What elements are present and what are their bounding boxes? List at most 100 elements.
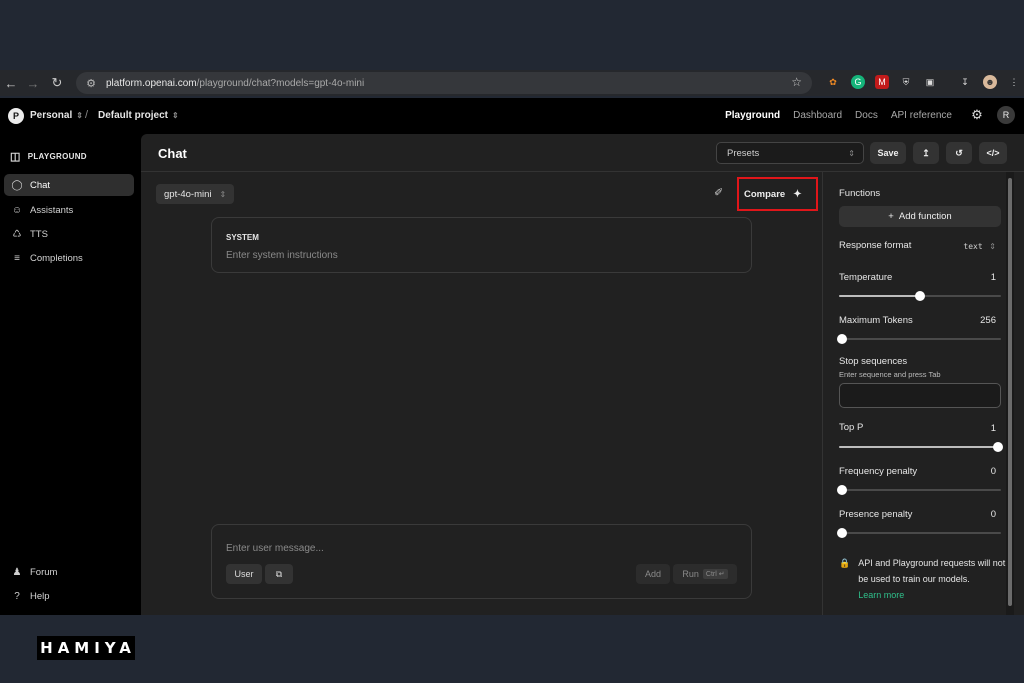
lines-icon: ≡ [14, 252, 20, 264]
sidebar-item-assistants[interactable]: ☺ Assistants [4, 199, 134, 221]
sidebar-panel-icon[interactable]: ◫ [10, 150, 21, 163]
model-name: gpt-4o-mini [164, 188, 212, 200]
user-avatar[interactable]: R [997, 106, 1015, 124]
reload-icon[interactable]: ↻ [46, 72, 68, 94]
learn-more-link[interactable]: Learn more [858, 587, 1009, 603]
compare-label: Compare [744, 188, 786, 200]
presets-select[interactable]: Presets ⇕ [716, 142, 864, 164]
main-panel: Chat Presets ⇕ Save ↥ ↺ </> gpt-4o-mini … [141, 134, 1024, 615]
sidebar-item-help[interactable]: ? Help [4, 585, 134, 607]
code-icon: </> [986, 148, 1000, 158]
attach-image-button[interactable]: ⧉ [265, 564, 293, 584]
settings-panel: Functions + Add function Response format… [822, 172, 1014, 615]
top-p-slider[interactable] [839, 442, 1003, 452]
slider-thumb[interactable] [915, 291, 925, 301]
presence-penalty-slider[interactable] [837, 528, 1001, 538]
extensions-puzzle-icon[interactable]: ▣ [923, 75, 937, 89]
max-tokens-value[interactable]: 256 [980, 315, 996, 326]
address-bar[interactable]: ⚙ platform.openai.com/playground/chat?mo… [76, 72, 812, 94]
add-message-button[interactable]: Add [636, 564, 670, 584]
slider-thumb[interactable] [837, 528, 847, 538]
view-code-button[interactable]: </> [979, 142, 1007, 164]
presence-penalty-label: Presence penalty [839, 509, 913, 520]
site-info-icon[interactable]: ⚙ [84, 76, 98, 90]
sidebar-item-label: Completions [30, 252, 83, 264]
org-switcher[interactable]: Personal ⇕ [30, 110, 83, 121]
response-format-label: Response format [839, 240, 912, 251]
functions-label: Functions [839, 188, 881, 199]
sidebar-item-forum[interactable]: ♟ Forum [4, 561, 134, 583]
model-select[interactable]: gpt-4o-mini ⇕ [156, 184, 235, 204]
org-avatar[interactable]: P [8, 108, 24, 124]
top-links: Playground Dashboard Docs API reference [725, 110, 952, 121]
response-format-select[interactable]: text ⇕ [963, 241, 996, 252]
user-message-input[interactable]: Enter user message... [226, 543, 324, 554]
project-switcher[interactable]: Default project ⇕ [98, 110, 179, 121]
presence-penalty-value[interactable]: 0 [991, 509, 996, 520]
max-tokens-slider[interactable] [837, 334, 1001, 344]
extension-icon-1[interactable]: ✿ [826, 75, 840, 89]
frequency-penalty-label: Frequency penalty [839, 466, 918, 477]
forward-icon[interactable]: → [22, 72, 44, 94]
stop-sequences-input[interactable] [839, 383, 1001, 408]
nav-api-reference[interactable]: API reference [891, 110, 952, 121]
nav-docs[interactable]: Docs [855, 110, 878, 121]
chevron-updown-icon: ⇕ [172, 111, 179, 120]
shield-icon[interactable]: ⛨ [899, 75, 913, 89]
project-name: Default project [98, 110, 169, 121]
role-toggle-button[interactable]: User [226, 564, 262, 584]
grammarly-icon[interactable]: G [851, 75, 865, 89]
bookmark-star-icon[interactable]: ☆ [791, 75, 802, 89]
download-icon[interactable]: ↧ [958, 75, 972, 89]
frequency-penalty-slider[interactable] [837, 485, 1001, 495]
sidebar-title-text: PLAYGROUND [27, 152, 87, 161]
sidebar-item-label: TTS [30, 228, 48, 240]
temperature-value[interactable]: 1 [991, 272, 996, 283]
profile-icon[interactable]: ☻ [983, 75, 997, 89]
extension-icon-3[interactable]: M [875, 75, 889, 89]
scrollbar-thumb[interactable] [1008, 178, 1012, 606]
slider-thumb[interactable] [837, 485, 847, 495]
response-format-value: text [963, 242, 983, 251]
clear-brush-icon[interactable]: ✐ [714, 186, 723, 199]
browser-toolbar: ← → ↻ ⚙ platform.openai.com/playground/c… [0, 70, 1024, 96]
system-message-box[interactable]: SYSTEM Enter system instructions [211, 217, 752, 273]
chevron-updown-icon: ⇕ [848, 149, 855, 158]
org-name: Personal [30, 110, 73, 121]
top-p-label: Top P [839, 422, 864, 433]
hamiya-logo: HAMIYA [37, 636, 135, 660]
url-host: platform.openai.com [106, 77, 197, 89]
chevron-updown-icon: ⇕ [76, 111, 83, 120]
system-instructions-input[interactable]: Enter system instructions [226, 250, 338, 261]
microphone-icon: ♺ [12, 228, 22, 240]
chat-bubble-icon: ◯ [11, 179, 23, 191]
slider-thumb[interactable] [837, 334, 847, 344]
run-button[interactable]: Run Ctrl ↵ [673, 564, 737, 584]
settings-scrollbar[interactable] [1006, 172, 1014, 615]
sidebar-title: ◫ PLAYGROUND [10, 150, 87, 163]
sidebar-item-completions[interactable]: ≡ Completions [4, 247, 134, 269]
back-icon[interactable]: ← [0, 72, 22, 94]
lock-icon: 🔒 [839, 558, 851, 568]
url-text[interactable]: platform.openai.com/playground/chat?mode… [106, 78, 364, 89]
temperature-slider[interactable] [839, 291, 1001, 301]
people-icon: ♟ [12, 566, 22, 578]
add-function-button[interactable]: + Add function [839, 206, 1001, 227]
sidebar-item-chat[interactable]: ◯ Chat [4, 174, 134, 196]
settings-gear-icon[interactable]: ⚙ [970, 107, 984, 122]
share-button[interactable]: ↥ [913, 142, 939, 164]
slider-fill [839, 446, 1001, 448]
top-p-value[interactable]: 1 [991, 423, 996, 434]
save-button[interactable]: Save [870, 142, 906, 164]
nav-playground[interactable]: Playground [725, 110, 780, 121]
frequency-penalty-value[interactable]: 0 [991, 466, 996, 477]
history-button[interactable]: ↺ [946, 142, 972, 164]
compare-button[interactable]: Compare ✦ [737, 177, 818, 211]
add-function-label: Add function [898, 211, 952, 222]
user-message-box[interactable]: Enter user message... User ⧉ Add Run Ctr… [211, 524, 752, 599]
sidebar-item-tts[interactable]: ♺ TTS [4, 223, 134, 245]
slider-thumb[interactable] [993, 442, 1003, 452]
app-window: P Personal ⇕ / Default project ⇕ Playgroun… [0, 98, 1024, 615]
menu-icon[interactable]: ⋮ [1007, 75, 1021, 89]
nav-dashboard[interactable]: Dashboard [793, 110, 842, 121]
